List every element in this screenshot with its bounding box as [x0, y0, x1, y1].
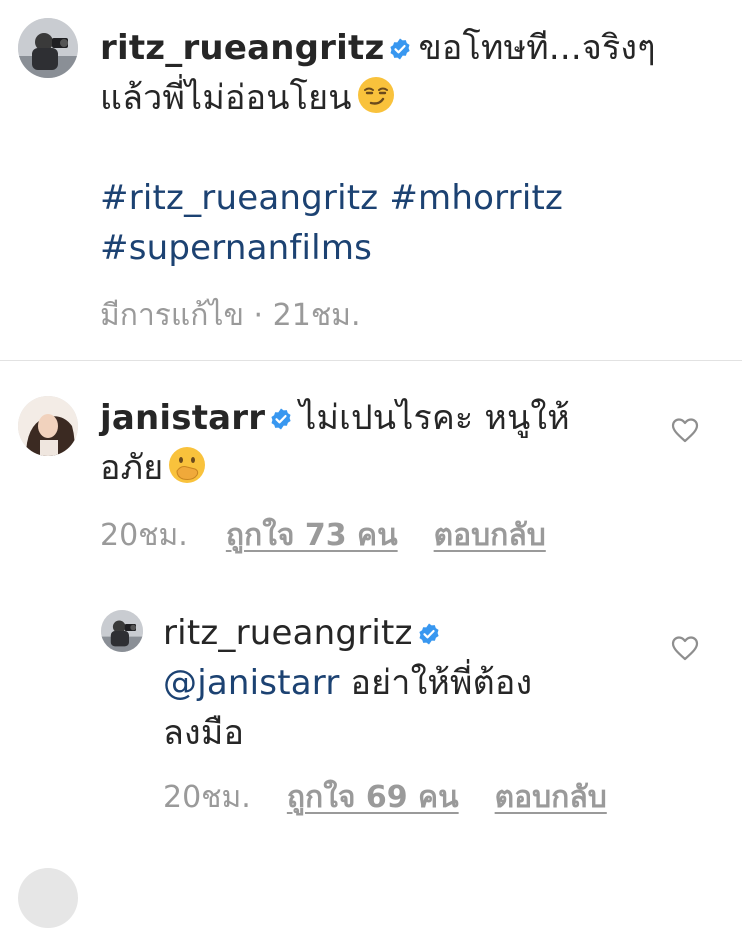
- hashtag-link[interactable]: #mhorritz: [389, 178, 563, 218]
- caption-username[interactable]: ritz_rueangritz: [100, 28, 384, 68]
- hashtag-link[interactable]: #supernanfilms: [100, 228, 372, 268]
- reply-button[interactable]: ตอบกลับ: [434, 518, 546, 553]
- like-heart-icon[interactable]: [671, 635, 699, 661]
- next-comment-avatar[interactable]: [18, 868, 78, 928]
- comment-text-line-2: อภัย: [100, 448, 164, 488]
- comment-username[interactable]: janistarr: [100, 398, 265, 438]
- reply-meta: 20ชม. ถูกใจ 69 คน ตอบกลับ: [163, 774, 607, 821]
- caption-hashtags-line-2: #supernanfilms: [100, 223, 720, 273]
- comment-avatar[interactable]: [18, 396, 78, 456]
- caption-text: ritz_rueangritz ขอโทษที...จริงๆ แล้วพี่ไม…: [100, 23, 720, 273]
- caption-text-line-1: ขอโทษที...จริงๆ: [418, 28, 656, 68]
- likes-count-link[interactable]: ถูกใจ 73 คน: [226, 518, 398, 553]
- reply-avatar[interactable]: [101, 610, 143, 652]
- reply-text-line-2: ลงมือ: [163, 713, 245, 753]
- hashtag-link[interactable]: #ritz_rueangritz: [100, 178, 378, 218]
- likes-count-link[interactable]: ถูกใจ 69 คน: [287, 780, 459, 815]
- face-with-hand-over-mouth-icon: [167, 445, 207, 485]
- meta-separator: ·: [253, 298, 264, 333]
- mention-link[interactable]: @janistarr: [163, 663, 340, 703]
- reply-username[interactable]: ritz_rueangritz: [163, 613, 413, 653]
- caption-line-1: ritz_rueangritz ขอโทษที...จริงๆ: [100, 23, 720, 73]
- caption-avatar[interactable]: [18, 18, 78, 78]
- like-heart-icon[interactable]: [671, 417, 699, 443]
- comment-text-line-1: ไม่เปนไรคะ หนูให้: [299, 398, 570, 438]
- verified-badge-icon: [388, 37, 412, 61]
- caption-divider: [0, 360, 742, 361]
- comment-meta: 20ชม. ถูกใจ 73 คน ตอบกลับ: [100, 512, 546, 559]
- reply-time: 20ชม.: [163, 780, 251, 815]
- verified-badge-icon: [269, 407, 293, 431]
- caption-text-line-2: แล้วพี่ไม่อ่อนโยน: [100, 78, 352, 118]
- reply-button[interactable]: ตอบกลับ: [495, 780, 607, 815]
- smirking-face-icon: [356, 75, 396, 115]
- verified-badge-icon: [417, 622, 441, 646]
- caption-time: 21ชม.: [272, 298, 361, 333]
- reply-text: ritz_rueangritz @janistarr อย่าให้พี่ต้อ…: [163, 608, 643, 758]
- comment-text: janistarr ไม่เปนไรคะ หนูให้ อภัย: [100, 393, 660, 493]
- comment-time: 20ชม.: [100, 518, 188, 553]
- edited-label: มีการแก้ไข: [100, 298, 244, 333]
- caption-hashtags-line-1: #ritz_rueangritz #mhorritz: [100, 173, 720, 223]
- reply-text-line-1: อย่าให้พี่ต้อง: [350, 663, 533, 703]
- caption-line-2: แล้วพี่ไม่อ่อนโยน: [100, 73, 720, 123]
- caption-meta: มีการแก้ไข · 21ชม.: [100, 292, 361, 339]
